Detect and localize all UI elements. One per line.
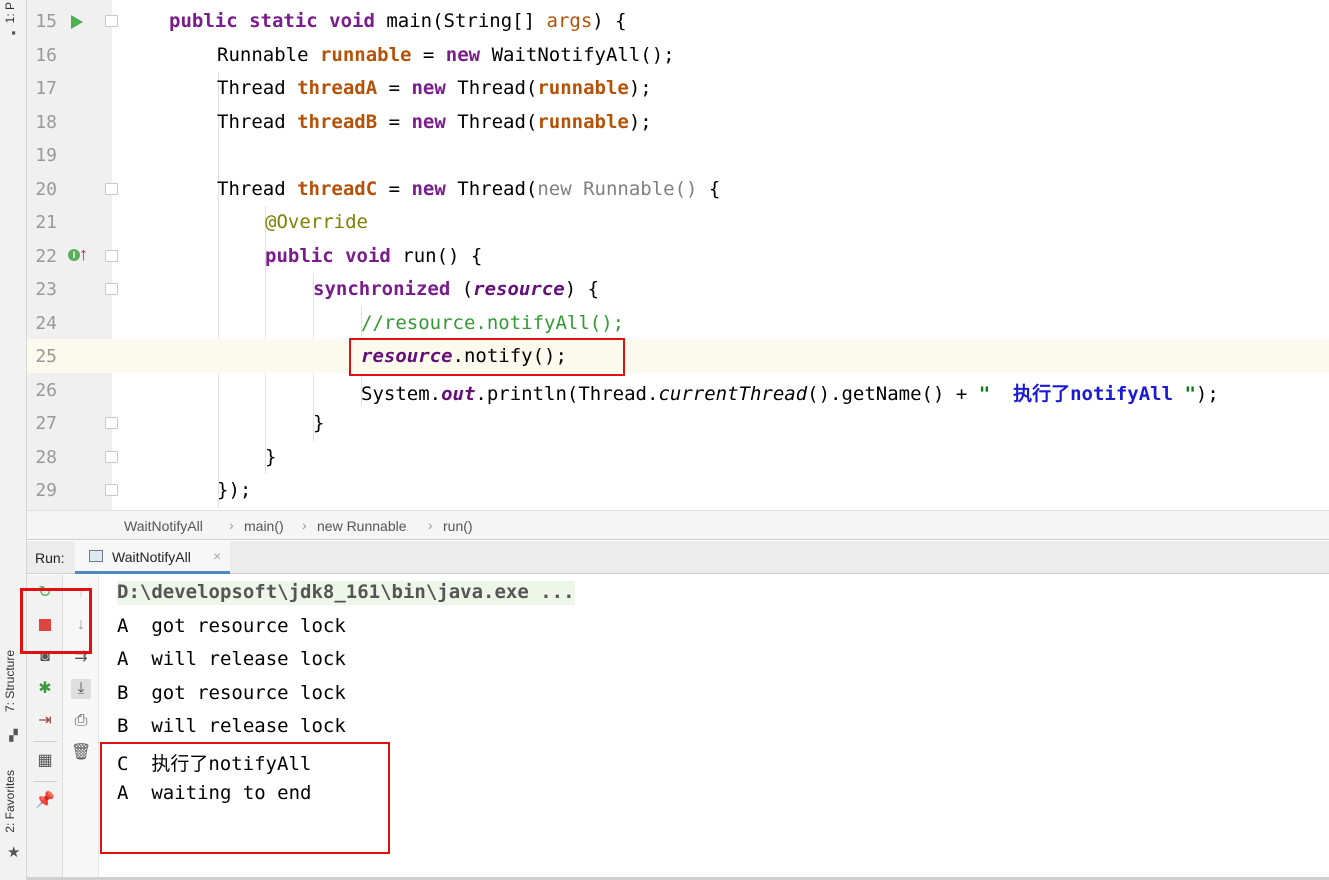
line-number: 19	[35, 145, 57, 166]
code-text: Thread threadA = new Thread(runnable);	[217, 77, 652, 99]
project-tool-tab[interactable]: 1: P	[3, 2, 17, 23]
run-tab-label: WaitNotifyAll	[112, 549, 191, 565]
fold-icon[interactable]	[105, 417, 118, 429]
folder-icon[interactable]: ▪	[7, 26, 20, 39]
debug-bug-icon[interactable]: ✱	[35, 679, 55, 699]
highlight-box-notify	[349, 338, 625, 376]
code-line-20: 20 Thread threadC = new Thread(new Runna…	[27, 172, 1329, 206]
breadcrumb-item-new-runnable[interactable]: new Runnable	[317, 518, 407, 534]
code-line-16: 16 Runnable runnable = new WaitNotifyAll…	[27, 38, 1329, 72]
code-line-22: 22 I ↑ public void run() {	[27, 239, 1329, 273]
line-number: 15	[35, 11, 57, 32]
line-number: 22	[35, 246, 57, 267]
left-tool-strip: 1: P ▪ 7: Structure ▞ 2: Favorites ★	[0, 0, 27, 880]
code-line-23: 23 synchronized (resource) {	[27, 272, 1329, 306]
fold-icon[interactable]	[105, 451, 118, 463]
line-number: 26	[35, 380, 57, 401]
code-line-27: 27 }	[27, 406, 1329, 440]
code-text: public void run() {	[265, 245, 483, 267]
print-icon[interactable]: ⎙	[71, 711, 91, 731]
line-number: 16	[35, 45, 57, 66]
structure-tool-tab[interactable]: 7: Structure	[3, 650, 17, 712]
code-line-25: 25 resource.notify();	[27, 339, 1329, 373]
code-line-17: 17 Thread threadA = new Thread(runnable)…	[27, 71, 1329, 105]
code-text: Runnable runnable = new WaitNotifyAll();	[217, 44, 675, 66]
line-number: 29	[35, 480, 57, 501]
fold-icon[interactable]	[105, 183, 118, 195]
fold-icon[interactable]	[105, 15, 118, 27]
application-icon	[89, 550, 103, 562]
run-tab-waitnotifyall[interactable]: WaitNotifyAll ×	[75, 541, 230, 574]
code-text: }	[265, 446, 277, 468]
console-line: A will release lock	[117, 648, 346, 670]
layout-icon[interactable]: ▦	[35, 751, 55, 771]
line-number: 18	[35, 112, 57, 133]
code-line-26: 26 System.out.println(Thread.currentThre…	[27, 373, 1329, 407]
code-text: Thread threadB = new Thread(runnable);	[217, 111, 652, 133]
pin-icon[interactable]: 📌	[35, 791, 55, 811]
run-panel-label: Run:	[35, 550, 65, 566]
breadcrumb-item-run[interactable]: run()	[443, 518, 473, 534]
breadcrumb-item-class[interactable]: WaitNotifyAll	[124, 518, 203, 534]
code-text: });	[217, 479, 252, 501]
console-line: B got resource lock	[117, 682, 346, 704]
trash-icon[interactable]: 🗑	[71, 743, 91, 763]
code-line-18: 18 Thread threadB = new Thread(runnable)…	[27, 105, 1329, 139]
console-line: A got resource lock	[117, 615, 346, 637]
code-text: Thread threadC = new Thread(new Runnable…	[217, 178, 721, 200]
code-editor[interactable]: 15 public static void main(String[] args…	[27, 0, 1329, 510]
run-panel-header: Run: WaitNotifyAll ×	[27, 541, 1329, 574]
run-gutter-icon[interactable]	[71, 15, 83, 29]
breadcrumb-item-main[interactable]: main()	[244, 518, 284, 534]
scroll-to-end-icon[interactable]: ⤓	[71, 679, 91, 699]
close-icon[interactable]: ×	[213, 548, 221, 564]
code-text: System.out.println(Thread.currentThread(…	[361, 383, 1219, 405]
code-text: synchronized (resource) {	[313, 278, 600, 300]
structure-icon[interactable]: ▞	[7, 730, 20, 743]
line-number: 21	[35, 212, 57, 233]
breadcrumb-separator: ›	[229, 517, 234, 533]
override-up-arrow-icon[interactable]: ↑	[79, 245, 88, 263]
exit-icon[interactable]: ⇥	[35, 711, 55, 731]
highlight-box-stop	[20, 588, 92, 654]
code-line-19: 19	[27, 138, 1329, 172]
favorites-tool-tab[interactable]: 2: Favorites	[3, 770, 17, 833]
breadcrumb: WaitNotifyAll › main() › new Runnable › …	[27, 510, 1329, 540]
code-line-28: 28 }	[27, 440, 1329, 474]
line-number: 23	[35, 279, 57, 300]
code-line-21: 21 @Override	[27, 205, 1329, 239]
console-line: B will release lock	[117, 715, 346, 737]
code-line-29: 29 });	[27, 473, 1329, 507]
breadcrumb-separator: ›	[428, 517, 433, 533]
fold-icon[interactable]	[105, 283, 118, 295]
code-text: @Override	[265, 211, 368, 233]
code-line-24: 24 //resource.notifyAll();	[27, 306, 1329, 340]
line-number: 20	[35, 179, 57, 200]
breadcrumb-separator: ›	[302, 517, 307, 533]
toolbar-separator	[33, 781, 57, 782]
fold-icon[interactable]	[105, 484, 118, 496]
line-number: 25	[35, 346, 57, 367]
fold-icon[interactable]	[105, 250, 118, 262]
toolbar-separator	[33, 741, 57, 742]
line-number: 17	[35, 78, 57, 99]
code-text: public static void main(String[] args) {	[169, 10, 627, 32]
line-number: 27	[35, 413, 57, 434]
console-command-line: D:\developsoft\jdk8_161\bin\java.exe ...	[117, 581, 575, 605]
code-text: }	[313, 412, 325, 434]
line-number: 28	[35, 447, 57, 468]
code-line-15: 15 public static void main(String[] args…	[27, 4, 1329, 38]
star-icon[interactable]: ★	[7, 845, 20, 860]
code-text: //resource.notifyAll();	[361, 312, 625, 334]
highlight-box-output	[100, 742, 390, 854]
line-number: 24	[35, 313, 57, 334]
